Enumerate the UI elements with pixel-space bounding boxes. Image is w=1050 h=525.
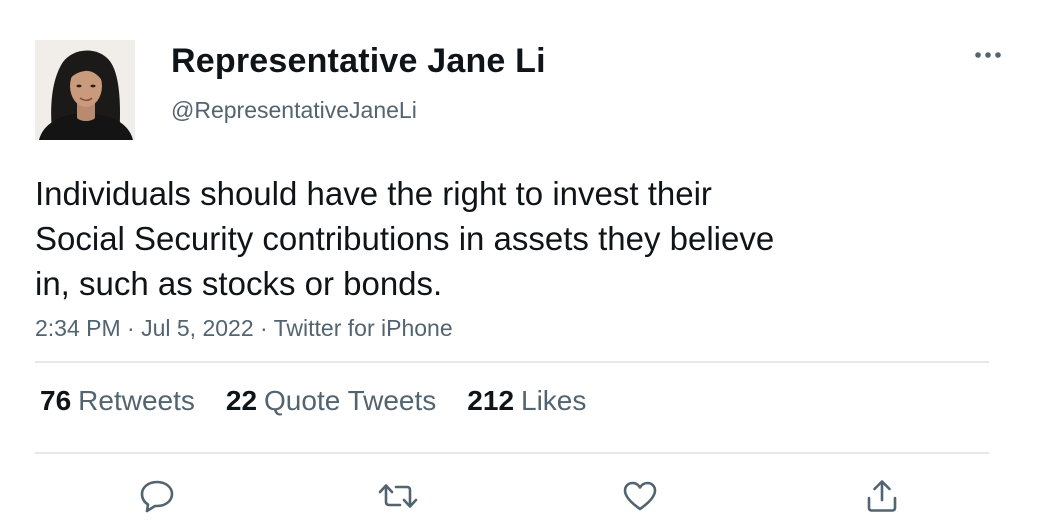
reply-button[interactable] bbox=[137, 476, 177, 516]
username-handle[interactable]: @RepresentativeJaneLi bbox=[171, 97, 417, 124]
retweets-stat[interactable]: 76 Retweets bbox=[40, 385, 195, 417]
tweet-text: Individuals should have the right to inv… bbox=[35, 171, 895, 306]
retweet-icon bbox=[378, 484, 418, 508]
heart-icon bbox=[623, 481, 657, 511]
quote-tweets-label: Quote Tweets bbox=[264, 385, 437, 416]
more-horizontal-icon bbox=[975, 52, 1001, 58]
share-button[interactable] bbox=[862, 476, 902, 516]
likes-count: 212 bbox=[467, 385, 515, 416]
divider bbox=[35, 361, 989, 363]
quote-tweets-count: 22 bbox=[225, 385, 258, 416]
likes-stat[interactable]: 212 Likes bbox=[467, 385, 586, 417]
retweets-label: Retweets bbox=[78, 385, 195, 416]
more-options-button[interactable] bbox=[971, 40, 1005, 70]
share-icon bbox=[867, 480, 897, 512]
reply-icon bbox=[140, 480, 174, 513]
like-button[interactable] bbox=[620, 476, 660, 516]
tweet-text-line: in, such as stocks or bonds. bbox=[35, 265, 443, 302]
retweets-count: 76 bbox=[40, 385, 72, 416]
quote-tweets-stat[interactable]: 22 Quote Tweets bbox=[226, 385, 436, 417]
tweet-timestamp[interactable]: 2:34 PM · Jul 5, 2022 · Twitter for iPho… bbox=[35, 315, 453, 342]
avatar[interactable] bbox=[35, 40, 135, 140]
tweet-text-line: Individuals should have the right to inv… bbox=[35, 175, 712, 212]
tweet-card: Representative Jane Li @RepresentativeJa… bbox=[0, 0, 1050, 525]
action-bar bbox=[0, 476, 1050, 516]
engagement-stats: 76 Retweets 22 Quote Tweets 212 Likes bbox=[40, 385, 617, 417]
tweet-text-line: Social Security contributions in assets … bbox=[35, 220, 775, 257]
likes-label: Likes bbox=[521, 385, 587, 416]
retweet-button[interactable] bbox=[378, 476, 418, 516]
divider bbox=[35, 452, 989, 454]
display-name[interactable]: Representative Jane Li bbox=[171, 42, 546, 81]
